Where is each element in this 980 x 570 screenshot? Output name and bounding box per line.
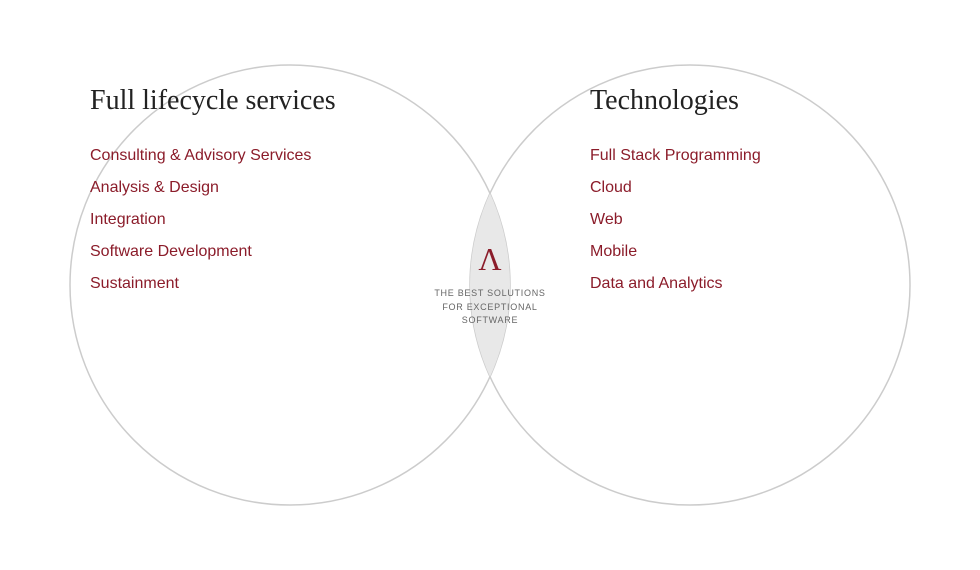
left-item-5: Sustainment xyxy=(90,275,440,293)
right-item-4: Mobile xyxy=(590,243,890,261)
logo-chevron-icon: Λ xyxy=(430,243,550,275)
right-item-1: Full Stack Programming xyxy=(590,147,890,165)
right-item-2: Cloud xyxy=(590,179,890,197)
right-section: Technologies Full Stack Programming Clou… xyxy=(590,85,890,307)
left-item-3: Integration xyxy=(90,211,440,229)
left-title: Full lifecycle services xyxy=(90,85,440,117)
left-item-4: Software Development xyxy=(90,243,440,261)
center-section: Λ THE BEST SOLUTIONS FOR EXCEPTIONAL SOF… xyxy=(430,243,550,328)
venn-diagram: Full lifecycle services Consulting & Adv… xyxy=(40,25,940,545)
center-tagline: THE BEST SOLUTIONS FOR EXCEPTIONAL SOFTW… xyxy=(430,287,550,328)
left-section: Full lifecycle services Consulting & Adv… xyxy=(90,85,440,307)
right-title: Technologies xyxy=(590,85,890,117)
left-item-2: Analysis & Design xyxy=(90,179,440,197)
right-item-5: Data and Analytics xyxy=(590,275,890,293)
right-item-3: Web xyxy=(590,211,890,229)
left-item-1: Consulting & Advisory Services xyxy=(90,147,440,165)
